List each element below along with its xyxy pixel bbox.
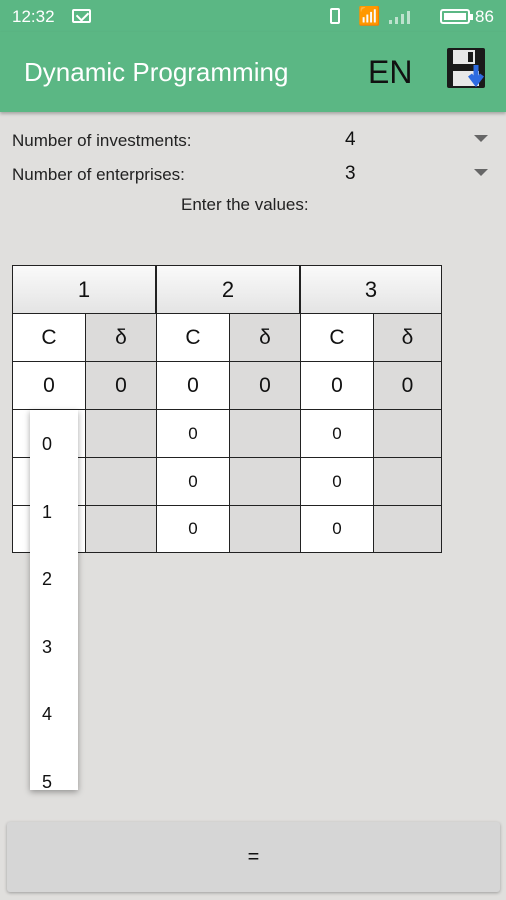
wifi-icon: 📶	[358, 6, 381, 26]
mail-icon	[72, 9, 91, 23]
enterprise-header-1: 1	[12, 265, 156, 314]
chevron-down-icon[interactable]	[474, 169, 488, 176]
col-c-header: C	[300, 313, 374, 362]
table-cell[interactable]: 0	[300, 457, 374, 506]
dropdown-option[interactable]: 0	[42, 434, 52, 455]
table-cell[interactable]: 0	[300, 505, 374, 553]
table-cell[interactable]: 0	[300, 409, 374, 458]
enterprise-header-2: 2	[156, 265, 300, 314]
value-dropdown-list[interactable]: 0 1 2 3 4 5	[30, 410, 78, 790]
table-cell	[229, 505, 301, 553]
app-title: Dynamic Programming	[24, 57, 289, 87]
table-cell: 0	[229, 361, 301, 410]
table-cell[interactable]: 0	[300, 361, 374, 410]
investments-label: Number of investments:	[12, 131, 192, 150]
enterprise-header-3: 3	[300, 265, 442, 314]
signal-icon	[389, 10, 415, 24]
app-bar: Dynamic Programming EN	[0, 32, 506, 112]
investments-select[interactable]: 4	[345, 129, 356, 151]
enterprises-label: Number of enterprises:	[12, 165, 185, 184]
vibrate-icon	[330, 8, 340, 24]
table-cell	[85, 457, 157, 506]
dropdown-option[interactable]: 2	[42, 569, 52, 590]
battery-icon	[440, 9, 473, 24]
table-cell	[373, 409, 442, 458]
dropdown-option[interactable]: 1	[42, 502, 52, 523]
save-icon[interactable]	[446, 47, 488, 91]
col-delta-header: δ	[229, 313, 301, 362]
col-delta-header: δ	[85, 313, 157, 362]
enterprises-select[interactable]: 3	[345, 163, 356, 185]
calculate-button[interactable]: =	[7, 822, 500, 892]
status-bar: 12:32 📶 86	[0, 0, 506, 32]
table-cell	[85, 505, 157, 553]
table-cell	[229, 409, 301, 458]
chevron-down-icon[interactable]	[474, 135, 488, 142]
language-button[interactable]: EN	[368, 54, 412, 91]
table-cell: 0	[85, 361, 157, 410]
table-cell	[85, 409, 157, 458]
dropdown-option[interactable]: 3	[42, 637, 52, 658]
col-delta-header: δ	[373, 313, 442, 362]
enter-values-label: Enter the values:	[181, 195, 309, 214]
table-cell	[373, 457, 442, 506]
dropdown-option[interactable]: 4	[42, 704, 52, 725]
table-cell[interactable]: 0	[156, 505, 230, 553]
table-cell: 0	[373, 361, 442, 410]
col-c-header: C	[156, 313, 230, 362]
col-c-header: C	[12, 313, 86, 362]
table-cell	[373, 505, 442, 553]
table-cell	[229, 457, 301, 506]
battery-percent: 86	[475, 7, 494, 26]
dropdown-option[interactable]: 5	[42, 772, 52, 790]
table-cell[interactable]: 0	[12, 361, 86, 410]
table-cell[interactable]: 0	[156, 361, 230, 410]
table-cell[interactable]: 0	[156, 457, 230, 506]
table-cell[interactable]: 0	[156, 409, 230, 458]
status-time: 12:32	[12, 7, 55, 26]
